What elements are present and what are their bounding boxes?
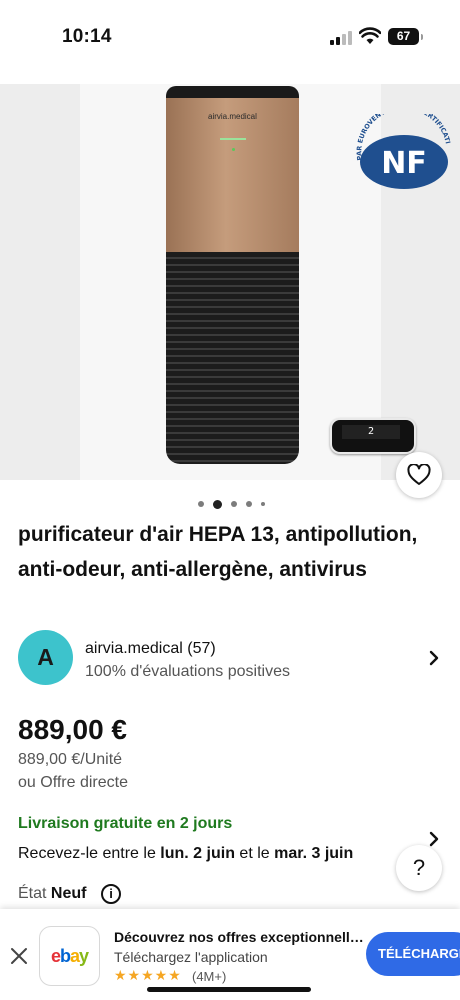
item-condition: État Neuf: [18, 885, 86, 903]
free-shipping-label: Livraison gratuite en 2 jours: [18, 815, 233, 832]
product-title: purificateur d'air HEPA 13, antipollutio…: [18, 523, 418, 581]
rating-count: (4M+): [192, 969, 227, 984]
download-app-button[interactable]: TÉLÉCHARGER: [366, 932, 460, 976]
svg-text:NF: NF: [381, 146, 427, 181]
seller-name: airvia.medical (57): [85, 640, 216, 657]
battery-icon: 67: [388, 28, 423, 45]
shipping-chevron-right-icon[interactable]: [428, 831, 440, 847]
remote-screen: 2: [342, 425, 400, 439]
logo-letter: e: [50, 945, 61, 966]
home-indicator[interactable]: [147, 987, 311, 992]
purifier-indicator-light: [220, 138, 246, 140]
best-offer-label: ou Offre directe: [18, 774, 128, 791]
carousel-dots[interactable]: [0, 499, 460, 509]
carousel-dot[interactable]: [245, 501, 252, 507]
product-image-carousel[interactable]: airvia.medical PAR EUROVENT CERTITA CERT…: [0, 84, 460, 480]
logo-letter: y: [79, 945, 89, 966]
product-photo: airvia.medical PAR EUROVENT CERTITA CERT…: [80, 84, 452, 480]
carousel-dot[interactable]: [197, 501, 204, 507]
banner-subtitle: Téléchargez l'application: [114, 949, 268, 965]
chevron-right-icon: [429, 650, 439, 666]
close-icon[interactable]: [9, 946, 29, 966]
delivery-estimate: Recevez-le entre le lun. 2 juin et le ma…: [18, 845, 353, 863]
heart-icon: [407, 464, 431, 485]
banner-title: Découvrez nos offres exceptionnelles: [114, 929, 364, 945]
seller-avatar: A: [18, 630, 73, 685]
watchlist-heart-button[interactable]: [396, 452, 442, 498]
star-rating-icon: ★★★★★: [114, 967, 182, 983]
purifier-grill: [166, 252, 299, 464]
delivery-date-start: lun. 2 juin: [160, 845, 235, 862]
ebay-app-logo: ebay: [39, 926, 100, 986]
carousel-dot[interactable]: [260, 502, 265, 506]
signal-icon: [330, 29, 352, 45]
delivery-date-end: mar. 3 juin: [274, 845, 354, 862]
price: 889,00 €: [18, 714, 127, 745]
status-time: 10:14: [62, 26, 112, 47]
nf-certification-logo: PAR EUROVENT CERTITA CERTIFICATION NF: [350, 114, 452, 189]
condition-value: Neuf: [50, 885, 87, 902]
logo-letter: b: [59, 945, 71, 966]
status-bar: 10:14 67: [0, 0, 460, 78]
remote-control: 2: [330, 418, 416, 454]
wifi-icon: [359, 27, 381, 44]
purifier-body: [166, 98, 299, 255]
help-button[interactable]: ?: [396, 845, 442, 891]
purifier-indicator-dot: [232, 148, 235, 151]
carousel-dot-active[interactable]: [212, 499, 222, 509]
info-icon[interactable]: i: [101, 884, 121, 904]
delivery-mid: et le: [234, 845, 275, 862]
purifier-brand-label: airvia.medical: [208, 112, 257, 121]
condition-label: État: [18, 885, 51, 902]
logo-letter: a: [69, 945, 80, 966]
carousel-dot[interactable]: [230, 501, 237, 507]
seller-feedback: 100% d'évaluations positives: [85, 663, 290, 680]
delivery-prefix: Recevez-le entre le: [18, 845, 161, 862]
seller-row[interactable]: A airvia.medical (57) 100% d'évaluations…: [18, 630, 448, 688]
unit-price: 889,00 €/Unité: [18, 751, 123, 768]
